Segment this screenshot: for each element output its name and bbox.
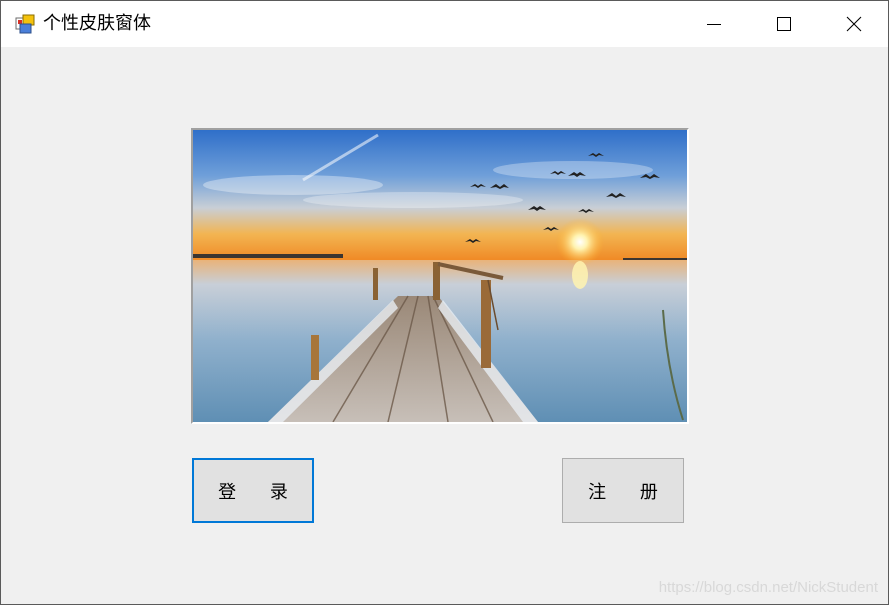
minimize-icon	[707, 24, 721, 25]
register-button[interactable]: 注 册	[562, 458, 684, 523]
window-title: 个性皮肤窗体	[43, 13, 151, 34]
minimize-button[interactable]	[679, 1, 749, 47]
sunset-pier-image	[193, 130, 687, 422]
main-window: 个性皮肤窗体 登 录 注 册 https://blog.csdn.net/Nic…	[0, 0, 889, 605]
watermark-text: https://blog.csdn.net/NickStudent	[658, 579, 878, 596]
app-icon	[15, 14, 35, 34]
title-bar[interactable]: 个性皮肤窗体	[1, 1, 888, 47]
maximize-button[interactable]	[749, 1, 819, 47]
maximize-icon	[777, 17, 791, 31]
login-button[interactable]: 登 录	[192, 458, 314, 523]
picture-box	[191, 128, 689, 424]
close-icon	[846, 16, 862, 32]
close-button[interactable]	[819, 1, 889, 47]
